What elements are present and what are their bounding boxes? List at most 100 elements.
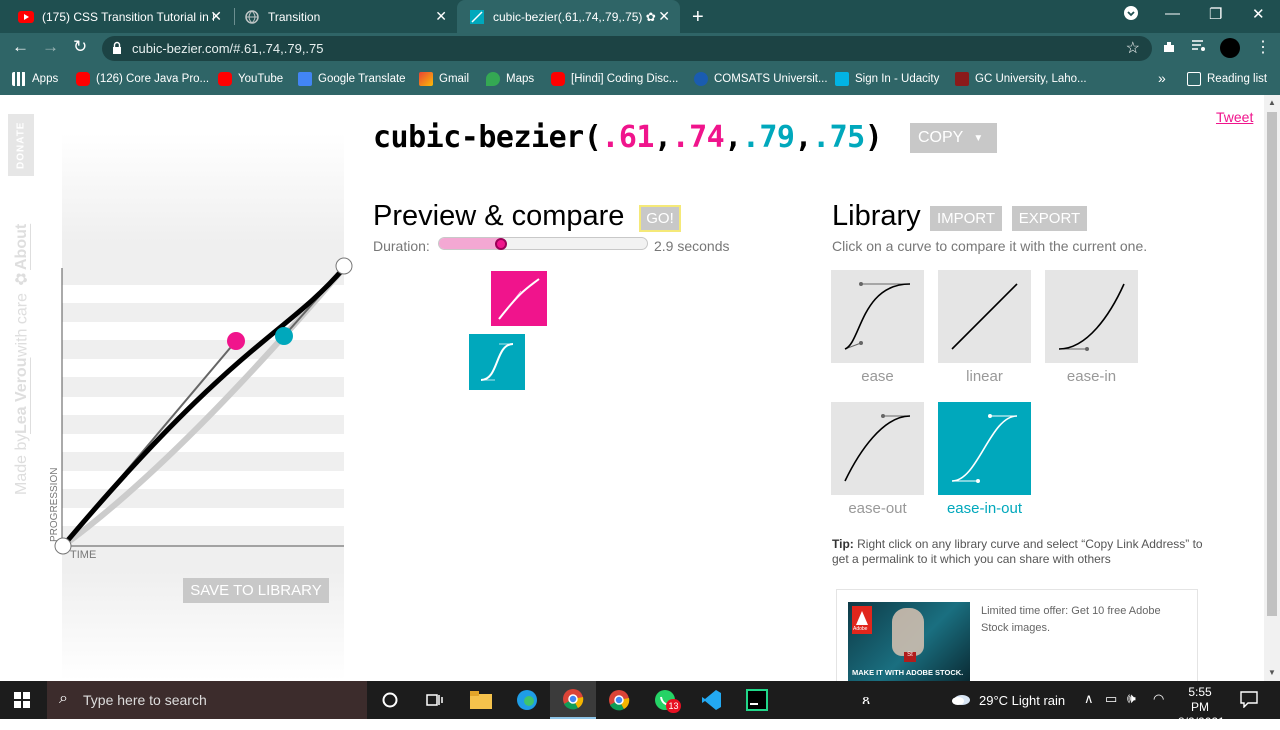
tip-label: Tip: [832, 537, 854, 551]
go-button[interactable]: GO! [639, 205, 681, 232]
bookmark-label: (126) Core Java Pro... [96, 73, 210, 85]
library-curve-ease-in[interactable] [1045, 270, 1138, 363]
file-explorer-icon[interactable] [458, 681, 504, 719]
ease-out-curve-thumbnail [844, 414, 911, 482]
reading-list-button[interactable]: Reading list [1187, 72, 1267, 86]
duration-slider[interactable] [438, 237, 648, 250]
scroll-down-icon[interactable]: ▼ [1268, 668, 1276, 677]
duration-slider-knob[interactable] [495, 238, 507, 250]
volume-icon[interactable]: 🕪 [1127, 690, 1136, 707]
tray-overflow-icon[interactable]: ∧ [1084, 691, 1094, 707]
save-to-library-button[interactable]: SAVE TO LIBRARY [183, 578, 329, 603]
ease-in-out-curve-thumbnail [951, 414, 1018, 483]
bookmark-gc-university[interactable]: GC University, Laho... [955, 72, 1087, 86]
author-link[interactable]: Lea Verou [13, 357, 31, 433]
weather-text[interactable]: 29°C Light rain [979, 693, 1065, 708]
copy-label: COPY [918, 129, 964, 146]
task-view-icon[interactable] [412, 681, 458, 719]
tip-body: Right click on any library curve and sel… [832, 537, 1203, 566]
library-label: ease-in [1066, 368, 1117, 385]
credit-suffix: with care ✿ [13, 269, 31, 358]
ease-in-curve-thumbnail [1058, 283, 1125, 351]
close-window-icon[interactable]: ✕ [1252, 5, 1265, 23]
pycharm-icon[interactable] [734, 681, 780, 719]
current-curve-thumbnail [498, 278, 540, 320]
profile-avatar[interactable] [1220, 38, 1240, 58]
library-curve-ease[interactable] [831, 270, 924, 363]
bookmark-star-icon[interactable]: ☆ [1126, 38, 1140, 58]
bookmarks-overflow-icon[interactable]: » [1158, 70, 1166, 86]
clock[interactable]: 5:55 PM 8/2/2021 [1178, 685, 1225, 730]
taskbar-search[interactable]: ⌕ Type here to search [47, 681, 367, 719]
reload-icon[interactable]: ↻ [73, 37, 87, 57]
ad-text[interactable]: Limited time offer: Get 10 free Adobe St… [981, 603, 1186, 637]
address-bar[interactable]: cubic-bezier.com/#.61,.74,.79,.75 ☆ [102, 36, 1152, 61]
copy-button[interactable]: COPY ▼ [910, 123, 997, 153]
bookmark-google-translate[interactable]: Google Translate [298, 72, 406, 86]
title-comma: , [654, 120, 672, 155]
media-control-icon[interactable] [1191, 39, 1207, 56]
library-curve-ease-in-out[interactable] [938, 402, 1031, 495]
bookmark-hindi-coding[interactable]: [Hindi] Coding Disc... [551, 72, 678, 86]
bookmark-apps[interactable]: Apps [12, 72, 58, 86]
scroll-up-icon[interactable]: ▲ [1268, 98, 1276, 107]
close-tab-icon[interactable]: ✕ [210, 8, 222, 25]
bookmark-youtube[interactable]: YouTube [218, 72, 283, 86]
battery-icon[interactable]: ▭ [1105, 691, 1117, 707]
vscode-icon[interactable] [688, 681, 734, 719]
library-label: ease-in-out [946, 500, 1023, 517]
close-tab-icon[interactable]: ✕ [658, 8, 670, 25]
more-menu-icon[interactable]: ⋮ [1255, 37, 1271, 57]
restore-icon[interactable]: ❐ [1209, 5, 1222, 23]
about-link[interactable]: About [13, 223, 31, 269]
back-icon[interactable]: ← [12, 37, 29, 57]
control-point-1-handle[interactable] [227, 332, 245, 350]
wifi-icon[interactable]: ◠ [1153, 691, 1164, 707]
tab-youtube[interactable]: (175) CSS Transition Tutorial in H ✕ [6, 0, 232, 33]
weather-cloud-icon[interactable] [951, 692, 971, 709]
minimize-icon[interactable]: — [1165, 5, 1180, 22]
bookmark-udacity[interactable]: Sign In - Udacity [835, 72, 939, 86]
tab-search-icon[interactable] [1123, 5, 1139, 25]
curve-editor-canvas[interactable] [40, 255, 360, 565]
scrollbar-thumb[interactable] [1267, 112, 1277, 616]
preview-heading: Preview & compare [373, 200, 625, 232]
bookmark-comsats[interactable]: COMSATS Universit... [694, 72, 828, 86]
library-curve-ease-out[interactable] [831, 402, 924, 495]
bookmark-core-java[interactable]: (126) Core Java Pro... [76, 72, 209, 86]
bookmark-label: YouTube [238, 73, 284, 85]
p2-value: .74 [671, 120, 725, 155]
windows-start-icon[interactable] [14, 692, 30, 713]
extensions-icon[interactable] [1161, 39, 1177, 58]
cortana-icon[interactable] [367, 681, 413, 719]
control-point-2-handle[interactable] [275, 327, 293, 345]
library-curve-linear[interactable] [938, 270, 1031, 363]
tab-cubic-bezier[interactable]: cubic-bezier(.61,.74,.79,.75) ✿ cu ✕ [457, 0, 680, 33]
credit-text: Made by Lea Verou with care ✿ About [12, 180, 32, 495]
import-button[interactable]: IMPORT [930, 206, 1002, 231]
chrome-icon[interactable] [596, 681, 642, 719]
edge-icon[interactable] [504, 681, 550, 719]
title-comma: , [724, 120, 742, 155]
bookmark-maps[interactable]: Maps [486, 72, 534, 86]
notifications-icon[interactable] [1240, 690, 1258, 711]
close-tab-icon[interactable]: ✕ [435, 8, 447, 25]
bookmark-gmail[interactable]: Gmail [419, 72, 469, 86]
tweet-link[interactable]: Tweet [1216, 109, 1253, 125]
new-tab-icon[interactable]: + [692, 6, 704, 29]
whatsapp-icon[interactable]: 13 [642, 681, 688, 719]
p1-value: .61 [601, 120, 654, 155]
tip-text: Tip: Right click on any library curve an… [832, 537, 1212, 567]
export-button[interactable]: EXPORT [1012, 206, 1087, 231]
youtube-icon [76, 72, 90, 86]
reading-list-label: Reading list [1207, 73, 1268, 85]
chrome-icon-active[interactable] [550, 681, 596, 719]
duration-label: Duration: [373, 238, 430, 254]
preview-box-compare[interactable] [469, 334, 525, 390]
forward-icon[interactable]: → [42, 37, 59, 57]
tab-transition[interactable]: Transition ✕ [232, 0, 457, 33]
preview-box-current[interactable] [491, 271, 547, 326]
people-icon[interactable]: ጸ [862, 691, 870, 708]
donate-button[interactable]: DONATE [8, 114, 34, 176]
ad-image[interactable]: Adobe St MAKE IT WITH ADOBE STOCK. [848, 602, 970, 681]
